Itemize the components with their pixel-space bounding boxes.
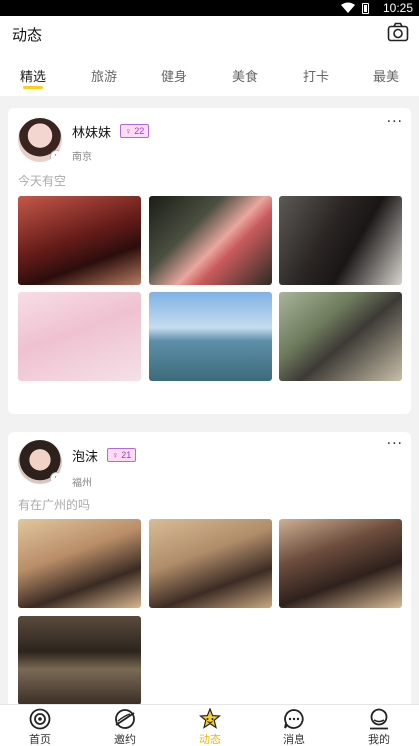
avatar[interactable] (18, 440, 62, 484)
nav-invite[interactable]: 邀约 (90, 705, 160, 746)
target-icon (29, 708, 51, 730)
post-photo[interactable] (149, 519, 272, 608)
post-card[interactable]: 泡沫 ♀ 21 福州 ··· 有在广州的吗 (8, 432, 411, 704)
tab-lvyou[interactable]: 旅游 (79, 66, 129, 85)
username[interactable]: 林妹妹 (72, 122, 111, 141)
female-icon: ♀ (125, 126, 132, 136)
age: 22 (134, 126, 145, 136)
post-photo[interactable] (279, 196, 402, 285)
post-photo[interactable] (149, 292, 272, 381)
tab-jingxuan[interactable]: 精选 (8, 66, 58, 85)
post-text: 有在广州的吗 (18, 498, 91, 512)
page-title: 动态 (12, 26, 43, 44)
city: 南京 (72, 152, 92, 163)
nav-label: 首页 (29, 733, 51, 746)
planet-icon (115, 709, 135, 729)
tab-meishi[interactable]: 美食 (220, 66, 270, 85)
post-photo[interactable] (279, 519, 402, 608)
post-photo[interactable] (18, 292, 141, 381)
post-photo[interactable] (279, 292, 402, 381)
nav-label: 动态 (199, 733, 221, 746)
nav-label: 邀约 (114, 733, 136, 746)
active-tab-indicator (23, 86, 43, 89)
post-photo[interactable] (18, 519, 141, 608)
play-icon (50, 150, 62, 162)
post-text: 今天有空 (18, 174, 67, 188)
feed-list[interactable]: 林妹妹 ♀ 22 南京 ··· 今天有空 泡沫 ♀ 21 福州 ··· 有在广州… (0, 96, 419, 704)
chat-bubble-icon (284, 709, 304, 729)
user-icon (370, 708, 388, 730)
tab-zuimei[interactable]: 最美 (361, 66, 411, 85)
nav-moments[interactable]: 动态 (175, 705, 245, 746)
nav-home[interactable]: 首页 (5, 705, 75, 746)
category-tabs: 精选 旅游 健身 美食 打卡 最美 (0, 52, 419, 96)
post-card[interactable]: 林妹妹 ♀ 22 南京 ··· 今天有空 (8, 108, 411, 414)
nav-profile[interactable]: 我的 (344, 705, 414, 746)
gender-age-badge: ♀ 22 (120, 124, 150, 138)
more-icon[interactable]: ··· (387, 436, 403, 452)
wifi-icon (341, 2, 355, 13)
more-icon[interactable]: ··· (387, 114, 403, 130)
camera-icon[interactable] (387, 22, 409, 42)
age: 21 (121, 450, 132, 460)
post-photo[interactable] (149, 196, 272, 285)
nav-label: 我的 (368, 733, 390, 746)
star-face-icon (199, 708, 221, 729)
username[interactable]: 泡沫 (72, 446, 98, 465)
post-photo[interactable] (18, 196, 141, 285)
top-bar: 动态 (0, 16, 419, 52)
bottom-nav: 首页 邀约 动态 消息 我的 (0, 704, 419, 746)
status-time: 10:25 (382, 1, 413, 15)
play-icon (50, 472, 62, 484)
tab-daka[interactable]: 打卡 (291, 66, 341, 85)
city: 福州 (72, 478, 92, 489)
gender-age-badge: ♀ 21 (107, 448, 137, 462)
avatar[interactable] (18, 118, 62, 162)
nav-label: 消息 (283, 733, 305, 746)
tab-jianshen[interactable]: 健身 (149, 66, 199, 85)
post-photo[interactable] (18, 616, 141, 704)
status-bar: 10:25 (0, 0, 419, 16)
female-icon: ♀ (112, 450, 119, 460)
nav-messages[interactable]: 消息 (259, 705, 329, 746)
battery-icon (362, 3, 369, 14)
